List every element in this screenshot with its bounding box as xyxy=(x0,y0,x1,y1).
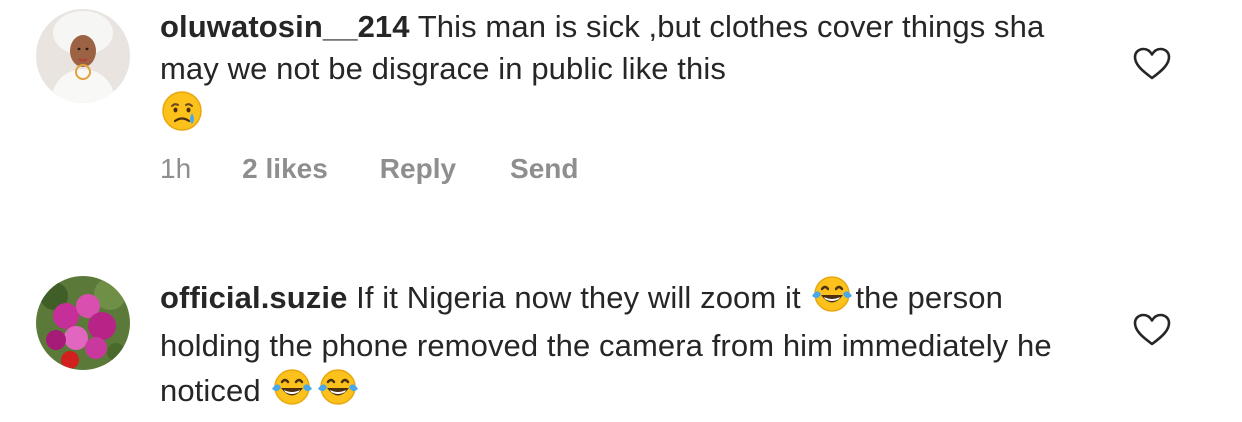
avatar[interactable] xyxy=(36,276,130,370)
tears-of-joy-emoji xyxy=(316,367,360,418)
tears-of-joy-emoji xyxy=(270,367,314,418)
comment-body: oluwatosin__214 This man is sick ,but cl… xyxy=(160,6,1090,143)
comment-meta: 1h 2 likes Reply Send xyxy=(160,153,579,185)
comment-timestamp: 1h xyxy=(160,153,192,184)
comment-text-part1: If it Nigeria now they will zoom it xyxy=(356,280,801,315)
likes-count-link[interactable]: 2 likes xyxy=(242,153,328,185)
comment-item: oluwatosin__214 This man is sick ,but cl… xyxy=(0,0,1242,210)
send-button[interactable]: Send xyxy=(510,153,578,185)
comment-body: official.suzie If it Nigeria now they wi… xyxy=(160,274,1090,418)
comment-username[interactable]: oluwatosin__214 xyxy=(160,9,410,44)
tears-of-joy-emoji xyxy=(810,274,854,325)
reply-button[interactable]: Reply xyxy=(380,153,456,185)
comment-username[interactable]: official.suzie xyxy=(160,280,347,315)
avatar[interactable] xyxy=(36,9,130,103)
crying-face-emoji xyxy=(161,90,203,143)
heart-icon[interactable] xyxy=(1133,47,1171,81)
heart-icon[interactable] xyxy=(1133,313,1171,347)
comment-item: official.suzie If it Nigeria now they wi… xyxy=(0,262,1242,422)
